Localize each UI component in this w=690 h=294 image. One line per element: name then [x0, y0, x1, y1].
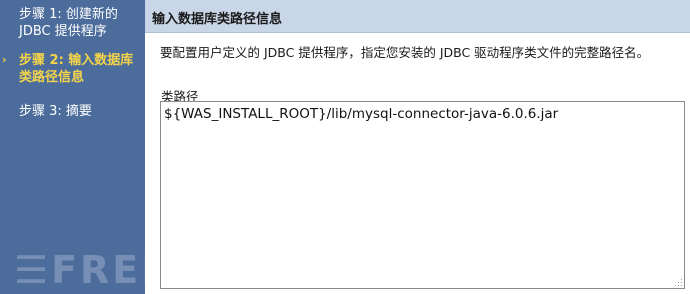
section-header: 输入数据库类路径信息 — [145, 0, 690, 33]
main-panel: 输入数据库类路径信息 要配置用户定义的 JDBC 提供程序，指定您安装的 JDB… — [145, 0, 690, 294]
step-3-link[interactable]: 步骤 3: 摘要 — [19, 103, 139, 120]
resize-grip-icon[interactable] — [674, 278, 682, 286]
page-title: 输入数据库类路径信息 — [152, 12, 283, 27]
current-step-arrow-icon: › — [2, 53, 7, 66]
wizard-steps-sidebar: › 步骤 1: 创建新的 JDBC 提供程序 步骤 2: 输入数据库类路径信息 … — [0, 0, 262, 294]
step-2-current: 步骤 2: 输入数据库类路径信息 — [19, 53, 134, 85]
classpath-value[interactable]: ${WAS_INSTALL_ROOT}/lib/mysql-connector-… — [164, 106, 558, 122]
watermark-logo-icon: ☰ — [14, 248, 52, 292]
step-1-link[interactable]: 步骤 1: 创建新的 JDBC 提供程序 — [19, 6, 139, 40]
instructions-text: 要配置用户定义的 JDBC 提供程序，指定您安装的 JDBC 驱动程序类文件的完… — [160, 45, 650, 60]
classpath-textarea[interactable]: ${WAS_INSTALL_ROOT}/lib/mysql-connector-… — [160, 101, 685, 289]
